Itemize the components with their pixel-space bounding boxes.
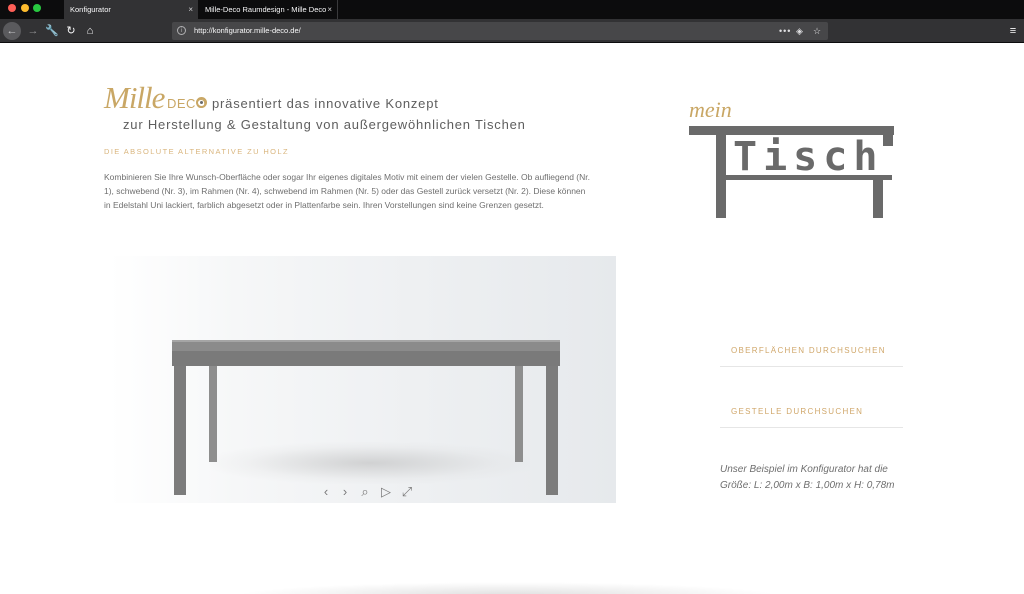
table-leg-front-right bbox=[546, 366, 558, 495]
section-bottom-shadow bbox=[235, 582, 780, 594]
forward-arrow-icon[interactable]: → bbox=[24, 22, 42, 40]
table-leg-back-left bbox=[209, 366, 217, 462]
browse-frames-link[interactable]: GESTELLE DURCHSUCHEN bbox=[731, 407, 863, 416]
play-icon[interactable]: ▷ bbox=[378, 484, 394, 500]
mille-deco-logo-mille: Mille bbox=[104, 80, 165, 115]
window-minimize-button[interactable] bbox=[21, 4, 29, 12]
site-info-icon[interactable]: i bbox=[177, 26, 186, 35]
hamburger-menu-icon[interactable]: ≡ bbox=[1004, 22, 1022, 40]
browser-nav-bar: ← → 🔧 ↻ ⌂ i http://konfigurator.mille-de… bbox=[0, 19, 1024, 43]
tab-close-icon[interactable]: × bbox=[327, 0, 332, 19]
tab-mille-deco[interactable]: Mille-Deco Raumdesign - Mille Deco × bbox=[199, 0, 338, 19]
table-top-edge bbox=[172, 351, 560, 366]
mein-tisch-logo-mein: mein bbox=[689, 97, 732, 122]
mein-tisch-logo-tisch: Tisch bbox=[733, 134, 884, 180]
zoom-search-icon[interactable]: ⌕ bbox=[357, 484, 373, 500]
logo-table-leg-left bbox=[716, 126, 726, 218]
page-content: Mille DECO präsentiert das innovative Ko… bbox=[0, 44, 1024, 594]
dimensions-note: Unser Beispiel im Konfigurator hat die G… bbox=[720, 464, 895, 491]
chevron-right-icon[interactable]: › bbox=[337, 484, 353, 500]
pocket-icon[interactable]: ◈ bbox=[796, 22, 803, 40]
home-icon[interactable]: ⌂ bbox=[81, 22, 99, 40]
logo-table-leg-inner bbox=[873, 175, 883, 218]
page-actions-icon[interactable]: ••• bbox=[779, 22, 791, 40]
tab-label: Mille-Deco Raumdesign - Mille Deco bbox=[205, 5, 327, 14]
table-leg-back-right bbox=[515, 366, 523, 462]
divider bbox=[720, 427, 903, 428]
back-arrow-icon[interactable]: ← bbox=[3, 22, 21, 40]
tab-konfigurator[interactable]: Konfigurator × bbox=[64, 0, 198, 19]
headline-line-1: präsentiert das innovative Konzept bbox=[212, 96, 439, 111]
intro-paragraph: Kombinieren Sie Ihre Wunsch-Oberfläche o… bbox=[104, 172, 591, 210]
table-leg-front-left bbox=[174, 366, 186, 495]
wrench-icon[interactable]: 🔧 bbox=[43, 22, 61, 40]
bookmark-star-icon[interactable]: ☆ bbox=[813, 22, 821, 40]
divider bbox=[720, 366, 903, 367]
headline-line-2: zur Herstellung & Gestaltung von außerge… bbox=[123, 117, 526, 132]
table-floor-shadow bbox=[210, 442, 530, 484]
chevron-left-icon[interactable]: ‹ bbox=[318, 484, 334, 500]
browse-surfaces-link[interactable]: OBERFLÄCHEN DURCHSUCHEN bbox=[731, 346, 886, 355]
window-close-button[interactable] bbox=[8, 4, 16, 12]
table-top-surface bbox=[172, 340, 560, 351]
subheading: DIE ABSOLUTE ALTERNATIVE ZU HOLZ bbox=[104, 147, 289, 156]
address-bar[interactable]: i http://konfigurator.mille-deco.de/ •••… bbox=[172, 22, 828, 40]
logo-table-leg-right bbox=[883, 126, 893, 146]
fullscreen-icon[interactable]: ⤢ bbox=[399, 484, 415, 500]
url-text[interactable]: http://konfigurator.mille-deco.de/ bbox=[194, 22, 301, 40]
window-maximize-button[interactable] bbox=[33, 4, 41, 12]
tab-label: Konfigurator bbox=[70, 5, 111, 14]
tab-close-icon[interactable]: × bbox=[188, 0, 193, 19]
browser-tab-bar: Konfigurator × Mille-Deco Raumdesign - M… bbox=[0, 0, 1024, 19]
logo-ring-icon bbox=[196, 97, 207, 108]
reload-icon[interactable]: ↻ bbox=[62, 22, 80, 40]
